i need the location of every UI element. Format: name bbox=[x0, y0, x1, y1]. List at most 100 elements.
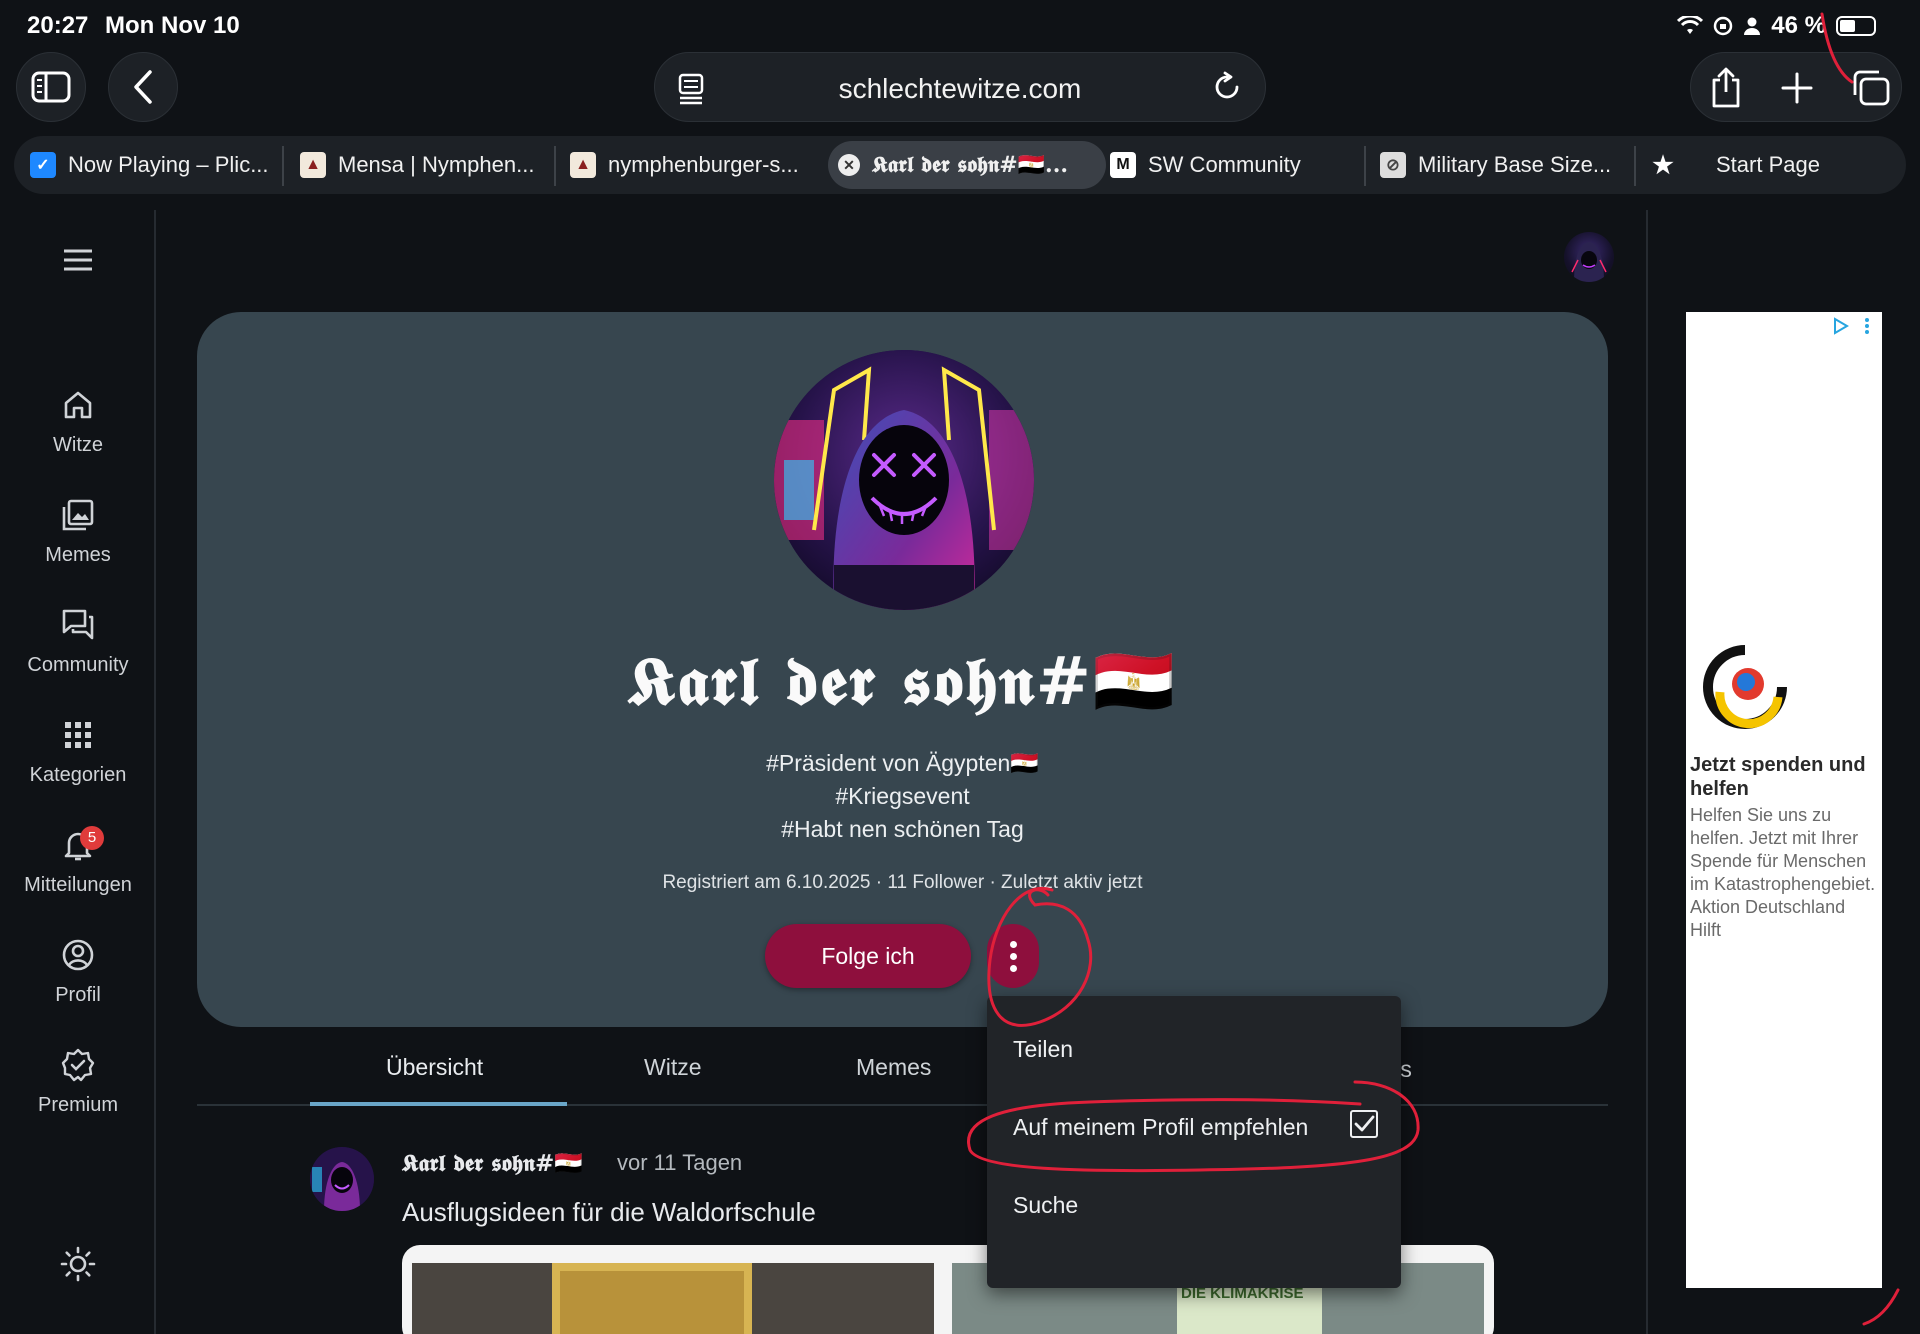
nav-label: Mitteilungen bbox=[24, 874, 132, 896]
tab-label: Military Base Size... bbox=[1418, 152, 1612, 177]
nav-item-community[interactable]: Community bbox=[0, 608, 156, 677]
nav-item-witze[interactable]: Witze bbox=[0, 388, 156, 457]
side-nav: Witze Memes Community Kategorien 5 Mitte… bbox=[0, 210, 156, 1334]
user-circle-icon bbox=[62, 939, 94, 971]
url-text[interactable]: schlechtewitze.com bbox=[655, 73, 1265, 105]
address-bar[interactable]: schlechtewitze.com bbox=[654, 52, 1266, 122]
menu-item-search[interactable]: Suche bbox=[1013, 1192, 1078, 1219]
toolbar-right-group bbox=[1690, 52, 1902, 122]
checkbox-favicon: ✓ bbox=[30, 152, 56, 178]
charity-logo-icon bbox=[1703, 645, 1787, 729]
tab-witze[interactable]: Witze bbox=[644, 1054, 702, 1081]
bio-line: #Präsident von Ägypten🇪🇬 bbox=[766, 750, 1039, 776]
tab-divider bbox=[554, 146, 556, 186]
recommend-checkbox[interactable] bbox=[1350, 1110, 1378, 1138]
menu-item-share[interactable]: Teilen bbox=[1013, 1036, 1073, 1063]
chat-icon bbox=[62, 609, 94, 640]
chevron-left-icon bbox=[134, 70, 152, 104]
bio-line: #Habt nen schönen Tag bbox=[781, 816, 1024, 842]
close-icon[interactable]: ✕ bbox=[838, 154, 860, 176]
nav-label: Witze bbox=[53, 434, 103, 456]
hooded-figure-image bbox=[310, 1147, 374, 1211]
nav-label: Community bbox=[27, 654, 129, 676]
slash-favicon: ⊘ bbox=[1380, 152, 1406, 178]
nav-item-premium[interactable]: Premium bbox=[0, 1048, 156, 1117]
nav-label: Memes bbox=[45, 544, 111, 566]
back-button[interactable] bbox=[108, 52, 178, 122]
nav-item-mitteilungen[interactable]: 5 Mitteilungen bbox=[0, 826, 156, 897]
tab-divider bbox=[1634, 146, 1636, 186]
verified-badge-icon bbox=[61, 1048, 95, 1082]
tab-overview-icon[interactable] bbox=[1851, 69, 1891, 107]
dot bbox=[1009, 940, 1017, 948]
tab-mensa[interactable]: ▲ Mensa | Nymphen... bbox=[300, 136, 550, 194]
ad-text: Helfen Sie uns zu helfen. Jetzt mit Ihre… bbox=[1690, 805, 1876, 940]
active-tab-indicator bbox=[310, 1102, 567, 1106]
gallery-icon bbox=[62, 499, 94, 531]
post-time: vor 11 Tagen bbox=[617, 1150, 743, 1175]
tab-now-playing[interactable]: ✓ Now Playing – Plic... bbox=[30, 136, 280, 194]
post-author[interactable]: 𝕶𝖆𝖗𝖑 𝖉𝖊𝖗 𝖘𝖔𝖍𝖓#🇪🇬 bbox=[402, 1150, 583, 1177]
battery-icon bbox=[1836, 16, 1876, 36]
user-avatar[interactable] bbox=[1564, 232, 1614, 282]
more-options-button[interactable] bbox=[987, 924, 1039, 988]
tab-bar: ✓ Now Playing – Plic... ▲ Mensa | Nymphe… bbox=[14, 136, 1906, 194]
sidebar-toggle-button[interactable] bbox=[16, 52, 86, 122]
castle-favicon: ▲ bbox=[300, 152, 326, 178]
bio-line: #Kriegsevent bbox=[835, 783, 970, 809]
dot bbox=[1009, 964, 1017, 972]
ad-title[interactable]: Jetzt spenden und helfen bbox=[1690, 753, 1880, 801]
post-title[interactable]: Ausflugsideen für die Waldorfschule bbox=[402, 1197, 816, 1228]
star-icon: ★ bbox=[1652, 151, 1674, 179]
tab-sw-community[interactable]: M SW Community bbox=[1110, 136, 1360, 194]
profile-options-menu: Teilen Auf meinem Profil empfehlen Suche bbox=[987, 996, 1401, 1288]
new-tab-icon[interactable] bbox=[1781, 72, 1813, 104]
hamburger-menu-icon[interactable] bbox=[62, 248, 94, 272]
share-icon[interactable] bbox=[1709, 66, 1743, 108]
castle-favicon: ▲ bbox=[570, 152, 596, 178]
tab-memes[interactable]: Memes bbox=[856, 1054, 931, 1081]
check-icon bbox=[1354, 1115, 1375, 1132]
tab-label: SW Community bbox=[1148, 152, 1301, 177]
nav-item-profil[interactable]: Profil bbox=[0, 938, 156, 1007]
gold-frame bbox=[552, 1263, 752, 1334]
profile-name: 𝕶𝖆𝖗𝖑 𝖉𝖊𝖗 𝖘𝖔𝖍𝖓#🇪🇬 bbox=[627, 642, 1178, 720]
status-date: Mon Nov 10 bbox=[105, 12, 240, 39]
grid-icon bbox=[65, 722, 91, 748]
tab-military-base[interactable]: ⊘ Military Base Size... bbox=[1380, 136, 1630, 194]
profile-meta: Registriert am 6.10.2025 · 11 Follower ·… bbox=[662, 872, 1143, 893]
nav-item-memes[interactable]: Memes bbox=[0, 498, 156, 567]
wifi-icon bbox=[1677, 16, 1704, 34]
home-icon bbox=[64, 391, 92, 419]
nav-label: Kategorien bbox=[29, 764, 127, 786]
nav-label: Premium bbox=[37, 1094, 118, 1116]
tab-nymphenburger[interactable]: ▲ nymphenburger-s... bbox=[570, 136, 820, 194]
tab-label: nymphenburger-s... bbox=[608, 152, 799, 177]
follow-button[interactable]: Folge ich bbox=[765, 924, 971, 988]
status-right: 46 % bbox=[1677, 12, 1876, 40]
profile-card: 𝕶𝖆𝖗𝖑 𝖉𝖊𝖗 𝖘𝖔𝖍𝖓#🇪🇬 #Präsident von Ägypten🇪… bbox=[197, 312, 1608, 1027]
sidebar-icon bbox=[31, 71, 71, 103]
notification-badge: 5 bbox=[80, 826, 104, 850]
person-icon bbox=[1744, 17, 1761, 35]
menu-item-recommend[interactable]: Auf meinem Profil empfehlen bbox=[1013, 1114, 1308, 1141]
tab-divider bbox=[1364, 146, 1366, 186]
ad-banner[interactable]: Jetzt spenden und helfen Helfen Sie uns … bbox=[1686, 312, 1882, 1288]
theme-toggle-icon[interactable] bbox=[60, 1246, 96, 1282]
dot bbox=[1009, 952, 1017, 960]
rotation-lock-icon bbox=[1714, 16, 1733, 36]
tab-label: Start Page bbox=[1716, 152, 1820, 177]
m-favicon: M bbox=[1110, 152, 1136, 178]
tab-uebersicht[interactable]: Übersicht bbox=[386, 1054, 483, 1081]
adchoices-icon[interactable] bbox=[1831, 316, 1875, 336]
tab-start-page[interactable]: ★ Start Page bbox=[1650, 136, 1890, 194]
status-bar: 20:27 Mon Nov 10 46 % bbox=[0, 0, 1920, 50]
nav-item-kategorien[interactable]: Kategorien bbox=[0, 718, 156, 787]
battery-percent: 46 % bbox=[1771, 12, 1826, 39]
tab-label: 𝕶𝖆𝖗𝖑 𝖉𝖊𝖗 𝖘𝖔𝖍𝖓#🇪🇬... bbox=[872, 152, 1069, 178]
post-author-avatar[interactable] bbox=[310, 1147, 374, 1211]
nav-label: Profil bbox=[55, 984, 101, 1006]
status-time: 20:27 bbox=[27, 12, 89, 39]
tab-karl-der-sohn[interactable]: ✕ 𝕶𝖆𝖗𝖑 𝖉𝖊𝖗 𝖘𝖔𝖍𝖓#🇪🇬... bbox=[828, 141, 1106, 189]
reload-icon[interactable] bbox=[1211, 71, 1243, 103]
